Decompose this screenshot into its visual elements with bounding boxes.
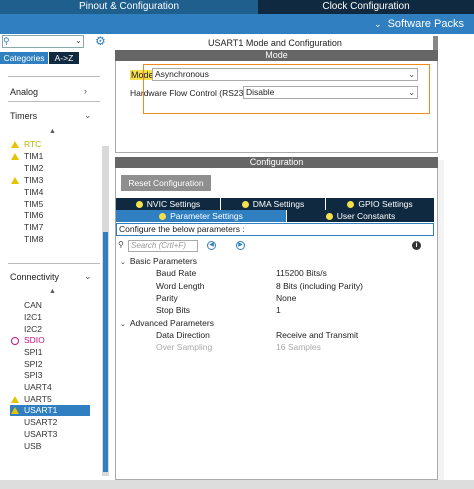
right-scrollbar[interactable] [438,160,444,480]
search-icon: ⚲ [118,240,124,249]
conn-item-i2c1[interactable]: I2C1 [24,312,42,323]
warning-icon [11,153,19,160]
timer-item-tim8[interactable]: TIM8 [24,234,43,245]
software-packs-label: Software Packs [387,18,464,30]
param-name: Word Length [156,281,205,291]
gear-icon[interactable]: ⚙ [95,35,108,48]
conn-item-spi3[interactable]: SPI3 [24,370,42,381]
tab-gpio-settings[interactable]: GPIO Settings [326,198,434,210]
chevron-down-icon: ⌄ [120,259,126,266]
status-dot-icon [347,201,355,208]
tab-pinout-configuration[interactable]: Pinout & Configuration [0,0,258,14]
timer-item-tim5[interactable]: TIM5 [24,199,43,210]
timer-item-tim7[interactable]: TIM7 [24,222,43,233]
conn-item-usb[interactable]: USB [24,441,41,452]
conn-item-spi2[interactable]: SPI2 [24,359,42,370]
timer-item-rtc[interactable]: RTC [24,139,41,150]
conn-item-can[interactable]: CAN [24,300,42,311]
chevron-down-icon[interactable]: ⌄ [84,110,92,121]
warning-icon [11,177,19,184]
divider [8,76,100,77]
conn-item-usart2[interactable]: USART2 [24,417,57,428]
parameter-search-input[interactable]: Search (Crtl+F) [128,240,198,252]
reset-configuration-button[interactable]: Reset Configuration [121,175,211,191]
param-value[interactable]: 8 Bits (including Parity) [276,281,363,291]
configuration-section-header: Configuration [115,157,438,168]
tab-parameter-settings[interactable]: Parameter Settings [116,210,286,222]
status-dot-icon [159,213,167,220]
chevron-down-icon[interactable]: ⌄ [75,36,83,47]
timer-item-tim4[interactable]: TIM4 [24,187,43,198]
tab-label: User Constants [336,211,396,221]
warning-icon [11,396,19,403]
chevron-right-icon[interactable]: › [84,86,87,96]
divider [8,263,100,264]
tab-a-to-z[interactable]: A->Z [49,52,79,64]
tab-user-constants[interactable]: User Constants [287,210,434,222]
info-icon[interactable]: i [412,241,421,250]
search-icon: ⚲ [3,36,10,46]
tab-dma-settings[interactable]: DMA Settings [221,198,325,210]
section-connectivity[interactable]: Connectivity [10,272,59,282]
param-value: 16 Samples [276,342,321,352]
group-label: Basic Parameters [129,256,197,266]
param-name: Data Direction [156,330,210,340]
group-advanced-parameters[interactable]: ⌄ Advanced Parameters [120,318,214,328]
warning-icon [11,141,19,148]
highlight-box [143,64,430,114]
page-title: USART1 Mode and Configuration [208,38,342,48]
param-value[interactable]: 1 [276,305,281,315]
status-dot-icon [325,213,333,220]
conn-item-sdio[interactable]: SDIO [24,335,45,346]
chevron-down-icon: ⌄ [374,19,382,29]
blocked-icon [11,337,19,345]
chevron-down-icon: ⌄ [120,321,126,328]
group-basic-parameters[interactable]: ⌄ Basic Parameters [120,256,197,266]
tab-label: DMA Settings [252,199,305,209]
conn-item-uart4[interactable]: UART4 [24,382,52,393]
mode-section-header: Mode [115,50,438,61]
divider [8,101,100,102]
timer-item-tim6[interactable]: TIM6 [24,210,43,221]
status-dot-icon [241,201,249,208]
timer-item-tim2[interactable]: TIM2 [24,163,43,174]
param-value[interactable]: 115200 Bits/s [276,268,327,278]
sort-icon[interactable]: ▲ [49,288,56,295]
category-search-input[interactable] [2,35,84,48]
param-name: Over Sampling [156,342,213,352]
warning-icon [11,407,19,414]
status-dot-icon [135,201,143,208]
param-value[interactable]: Receive and Transmit [276,330,358,340]
tab-label: GPIO Settings [358,199,413,209]
left-scrollbar-thumb[interactable] [103,232,108,472]
tab-nvic-settings[interactable]: NVIC Settings [116,198,220,210]
conn-item-usart3[interactable]: USART3 [24,429,57,440]
param-name: Parity [156,293,178,303]
search-next-icon[interactable]: ▶ [236,241,245,250]
conn-item-usart1[interactable]: USART1 [10,405,90,416]
param-value[interactable]: None [276,293,296,303]
tab-label: Parameter Settings [170,211,243,221]
timer-item-tim3[interactable]: TIM3 [24,175,43,186]
conn-item-uart5[interactable]: UART5 [24,394,52,405]
section-analog[interactable]: Analog [10,87,38,97]
tab-label: NVIC Settings [146,199,201,209]
tab-categories[interactable]: Categories [0,52,48,64]
conn-item-spi1[interactable]: SPI1 [24,347,42,358]
section-timers[interactable]: Timers [10,111,37,121]
configure-instructions: Configure the below parameters : [116,223,434,236]
software-packs-button[interactable]: ⌄ Software Packs [374,14,464,34]
tab-clock-configuration[interactable]: Clock Configuration [258,0,474,14]
param-name: Baud Rate [156,268,197,278]
right-margin [444,34,474,480]
conn-item-i2c2[interactable]: I2C2 [24,324,42,335]
bottom-bar [0,480,474,489]
timer-item-tim1[interactable]: TIM1 [24,151,43,162]
param-name: Stop Bits [156,305,191,315]
group-label: Advanced Parameters [129,318,214,328]
sort-icon[interactable]: ▲ [49,128,56,135]
chevron-down-icon[interactable]: ⌄ [84,271,92,282]
search-previous-icon[interactable]: ◀ [207,241,216,250]
